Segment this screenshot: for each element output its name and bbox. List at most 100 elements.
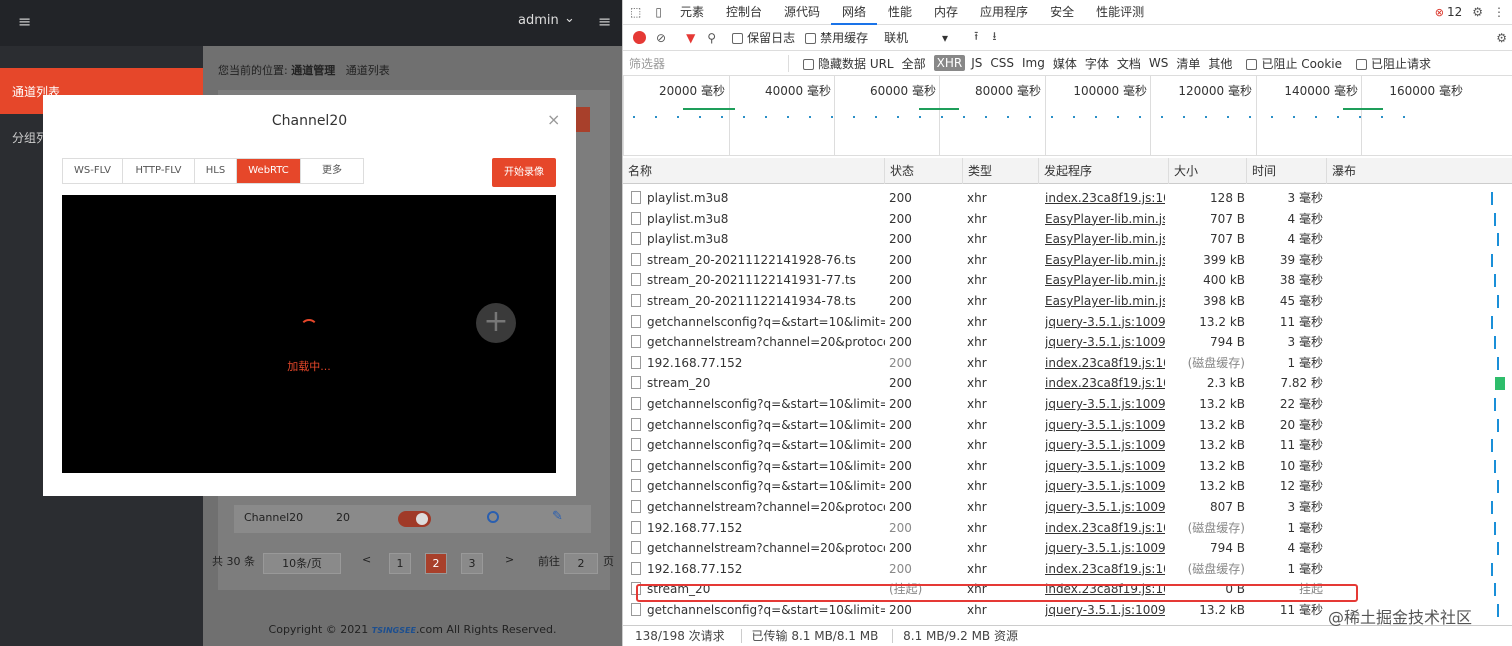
type-filter-font[interactable]: 字体 bbox=[1085, 55, 1109, 72]
table-row[interactable]: 192.168.77.152 200 xhr index.23ca8f19.js:10… bbox=[623, 558, 1512, 580]
request-initiator[interactable]: EasyPlayer-lib.min.js:1 bbox=[1045, 212, 1165, 226]
type-filter-css[interactable]: CSS bbox=[990, 56, 1014, 70]
throttle-select[interactable]: 联机 ▾ bbox=[884, 29, 956, 46]
more-options-icon[interactable]: ⋮ bbox=[1493, 5, 1505, 19]
request-initiator[interactable]: jquery-3.5.1.js:10099 bbox=[1045, 315, 1165, 329]
request-initiator[interactable]: EasyPlayer-lib.min.js:1 bbox=[1045, 232, 1165, 246]
request-initiator[interactable]: jquery-3.5.1.js:10099 bbox=[1045, 397, 1165, 411]
username[interactable]: admin bbox=[518, 13, 559, 28]
tab-performance[interactable]: 性能 bbox=[877, 0, 923, 25]
table-row[interactable]: 192.168.77.152 200 xhr index.23ca8f19.js:10… bbox=[623, 517, 1512, 539]
type-filter-xhr[interactable]: XHR bbox=[933, 55, 966, 71]
table-row[interactable]: playlist.m3u8 200 xhr index.23ca8f19.js:109… bbox=[623, 188, 1512, 209]
request-initiator[interactable]: jquery-3.5.1.js:10099 bbox=[1045, 541, 1165, 555]
table-row[interactable]: playlist.m3u8 200 xhr EasyPlayer-lib.min.js… bbox=[623, 229, 1512, 250]
table-row[interactable]: getchannelsconfig?q=&start=10&limit=1...… bbox=[623, 311, 1512, 333]
type-filter-js[interactable]: JS bbox=[971, 56, 982, 70]
filter-icon[interactable]: ▼ bbox=[686, 31, 695, 45]
column-header[interactable]: 瀑布 bbox=[1327, 158, 1512, 184]
goto-input[interactable]: 2 bbox=[564, 553, 598, 574]
tab-console[interactable]: 控制台 bbox=[715, 0, 773, 25]
request-initiator[interactable]: index.23ca8f19.js:109... bbox=[1045, 376, 1165, 390]
table-row[interactable]: getchannelstream?channel=20&protocol... 2… bbox=[623, 497, 1512, 518]
record-icon[interactable] bbox=[633, 31, 646, 44]
type-filter-doc[interactable]: 文档 bbox=[1117, 55, 1141, 72]
more-menu-icon[interactable]: ≡ bbox=[598, 12, 611, 31]
video-player[interactable]: 加载中... + bbox=[62, 195, 556, 473]
page-1-button[interactable]: 1 bbox=[389, 553, 411, 574]
column-header[interactable]: 发起程序 bbox=[1039, 158, 1169, 184]
clear-icon[interactable]: ⊘ bbox=[656, 31, 666, 45]
tab-application[interactable]: 应用程序 bbox=[969, 0, 1039, 25]
table-row[interactable]: getchannelsconfig?q=&start=10&limit=1...… bbox=[623, 414, 1512, 436]
tab-more[interactable]: 更多 bbox=[301, 159, 363, 183]
table-row[interactable]: getchannelsconfig?q=&start=10&limit=1...… bbox=[623, 435, 1512, 456]
tab-ws-flv[interactable]: WS-FLV bbox=[63, 159, 123, 183]
chevron-down-icon[interactable]: ⌄ bbox=[564, 11, 575, 26]
breadcrumb-channel-manage[interactable]: 通道管理 bbox=[291, 64, 335, 77]
table-row[interactable]: stream_20-20211122141934-78.ts 200 xhr Easy… bbox=[623, 291, 1512, 312]
table-row[interactable]: stream_20-20211122141928-76.ts 200 xhr Easy… bbox=[623, 249, 1512, 271]
table-row[interactable]: 192.168.77.152 200 xhr index.23ca8f19.js:10… bbox=[623, 352, 1512, 374]
preserve-log-checkbox[interactable]: 保留日志 bbox=[732, 29, 795, 46]
play-icon[interactable] bbox=[487, 511, 499, 523]
request-initiator[interactable]: jquery-3.5.1.js:10099 bbox=[1045, 335, 1165, 349]
network-settings-icon[interactable]: ⚙ bbox=[1496, 31, 1507, 45]
column-header[interactable]: 大小 bbox=[1169, 158, 1247, 184]
add-button[interactable] bbox=[576, 107, 590, 132]
column-header[interactable]: 时间 bbox=[1247, 158, 1327, 184]
type-filter-manifest[interactable]: 清单 bbox=[1176, 55, 1200, 72]
request-initiator[interactable]: EasyPlayer-lib.min.js:1 bbox=[1045, 253, 1165, 267]
request-initiator[interactable]: jquery-3.5.1.js:10099 bbox=[1045, 418, 1165, 432]
page-2-button[interactable]: 2 bbox=[425, 553, 447, 574]
table-row[interactable]: getchannelstream?channel=20&protocol... 2… bbox=[623, 538, 1512, 559]
request-initiator[interactable]: jquery-3.5.1.js:10099 bbox=[1045, 500, 1165, 514]
search-icon[interactable]: ⚲ bbox=[707, 31, 716, 45]
page-size-select[interactable]: 10条/页 bbox=[263, 553, 341, 574]
download-icon[interactable]: ⭳ bbox=[992, 27, 996, 48]
issues-icon[interactable]: ⊗ bbox=[1435, 6, 1444, 19]
edit-icon[interactable]: ✎ bbox=[552, 509, 563, 524]
request-initiator[interactable]: jquery-3.5.1.js:10099 bbox=[1045, 438, 1165, 452]
request-initiator[interactable]: jquery-3.5.1.js:10099 bbox=[1045, 603, 1165, 617]
type-filter-img[interactable]: Img bbox=[1022, 56, 1045, 70]
table-row[interactable]: getchannelstream?channel=20&protocol... 2… bbox=[623, 332, 1512, 353]
request-initiator[interactable]: index.23ca8f19.js:109... bbox=[1045, 521, 1165, 535]
gear-icon[interactable]: ⚙ bbox=[1472, 5, 1483, 19]
plus-icon[interactable]: + bbox=[476, 303, 516, 343]
request-initiator[interactable]: EasyPlayer-lib.min.js:1 bbox=[1045, 294, 1165, 308]
menu-icon[interactable]: ≡ bbox=[18, 12, 31, 31]
tab-http-flv[interactable]: HTTP-FLV bbox=[123, 159, 195, 183]
start-record-button[interactable]: 开始录像 bbox=[492, 158, 556, 187]
close-icon[interactable]: × bbox=[547, 110, 560, 129]
request-initiator[interactable]: jquery-3.5.1.js:10099 bbox=[1045, 479, 1165, 493]
tab-security[interactable]: 安全 bbox=[1039, 0, 1085, 25]
tab-sources[interactable]: 源代码 bbox=[773, 0, 831, 25]
blocked-cookies-checkbox[interactable]: 已阻止 Cookie bbox=[1246, 55, 1342, 72]
breadcrumb-channel-list[interactable]: 通道列表 bbox=[346, 64, 390, 77]
request-initiator[interactable]: EasyPlayer-lib.min.js:1 bbox=[1045, 273, 1165, 287]
upload-icon[interactable]: ⭱ bbox=[974, 27, 978, 48]
column-header[interactable]: 状态 bbox=[885, 158, 963, 184]
table-row[interactable]: stream_20 200 xhr index.23ca8f19.js:109... 2… bbox=[623, 373, 1512, 394]
page-3-button[interactable]: 3 bbox=[461, 553, 483, 574]
table-row[interactable]: getchannelsconfig?q=&start=10&limit=1...… bbox=[623, 455, 1512, 477]
next-page-button[interactable]: > bbox=[505, 553, 514, 566]
timeline-overview[interactable]: 20000 毫秒 40000 毫秒 60000 毫秒 80000 毫秒 100000 毫… bbox=[623, 76, 1512, 156]
table-row[interactable]: getchannelsconfig?q=&start=10&limit=1...… bbox=[623, 394, 1512, 415]
hide-data-url-checkbox[interactable]: 隐藏数据 URL bbox=[803, 55, 894, 72]
enable-toggle[interactable] bbox=[398, 511, 431, 527]
disable-cache-checkbox[interactable]: 禁用缓存 bbox=[805, 29, 868, 46]
device-toolbar-icon[interactable]: ▯ bbox=[648, 0, 669, 25]
request-initiator[interactable]: jquery-3.5.1.js:10099 bbox=[1045, 459, 1165, 473]
type-filter-other[interactable]: 其他 bbox=[1208, 55, 1232, 72]
tab-hls[interactable]: HLS bbox=[195, 159, 237, 183]
tab-network[interactable]: 网络 bbox=[831, 0, 878, 25]
tab-memory[interactable]: 内存 bbox=[923, 0, 969, 25]
tab-webrtc[interactable]: WebRTC bbox=[237, 159, 301, 183]
tab-elements[interactable]: 元素 bbox=[669, 0, 715, 25]
issues-count[interactable]: 12 bbox=[1447, 5, 1462, 19]
request-initiator[interactable]: index.23ca8f19.js:109... bbox=[1045, 356, 1165, 370]
request-initiator[interactable]: index.23ca8f19.js:109... bbox=[1045, 191, 1165, 205]
column-header[interactable]: 类型 bbox=[963, 158, 1039, 184]
